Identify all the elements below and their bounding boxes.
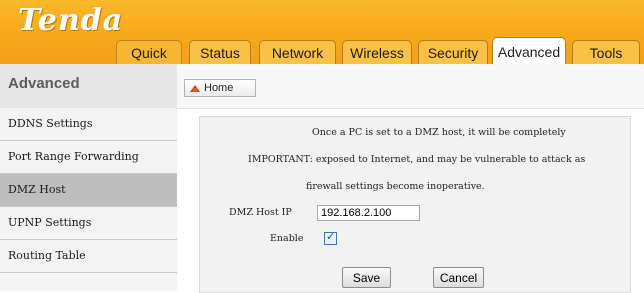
home-icon (190, 85, 200, 92)
header-bar: Tenda Quick Setup Status Network Wireles… (0, 0, 644, 85)
tenda-logo: Tenda (18, 3, 124, 38)
main-topbar: Home (177, 64, 644, 109)
dmz-info-line-1: Once a PC is set to a DMZ host, it will … (312, 127, 566, 138)
dmz-info-line-2: IMPORTANT: exposed to Internet, and may … (248, 154, 586, 165)
sidebar-item-port-range-forwarding[interactable]: Port Range Forwarding (0, 141, 177, 174)
tab-security[interactable]: Security (418, 40, 488, 64)
dmz-info-line-3: firewall settings become inoperative. (306, 181, 485, 192)
save-button[interactable]: Save (342, 267, 391, 288)
tab-tools[interactable]: Tools (572, 40, 640, 64)
sidebar-item-upnp-settings[interactable]: UPNP Settings (0, 207, 177, 240)
tab-network[interactable]: Network (259, 40, 336, 64)
checkmark-icon: ✓ (326, 230, 336, 243)
tab-quick-setup[interactable]: Quick Setup (116, 40, 182, 85)
sidebar-item-routing-table[interactable]: Routing Table (0, 240, 177, 273)
sidebar-item-ddns-settings[interactable]: DDNS Settings (0, 108, 177, 141)
tab-wireless[interactable]: Wireless (342, 40, 412, 64)
tab-advanced[interactable]: Advanced (492, 37, 566, 64)
sidebar: Advanced DDNS Settings Port Range Forwar… (0, 64, 177, 291)
main-content: Home Once a PC is set to a DMZ host, it … (177, 64, 644, 293)
tab-status[interactable]: Status (189, 40, 251, 64)
cancel-button[interactable]: Cancel (433, 267, 484, 288)
home-button[interactable]: Home (184, 79, 256, 97)
sidebar-item-dmz-host[interactable]: DMZ Host (0, 174, 177, 207)
sidebar-title: Advanced (8, 75, 80, 92)
sidebar-title-bar: Advanced (0, 64, 177, 109)
dmz-host-ip-label: DMZ Host IP (229, 207, 292, 218)
dmz-host-ip-input[interactable] (317, 205, 420, 221)
enable-checkbox[interactable]: ✓ (324, 230, 337, 245)
enable-label: Enable (270, 233, 304, 244)
home-button-label: Home (204, 82, 234, 94)
